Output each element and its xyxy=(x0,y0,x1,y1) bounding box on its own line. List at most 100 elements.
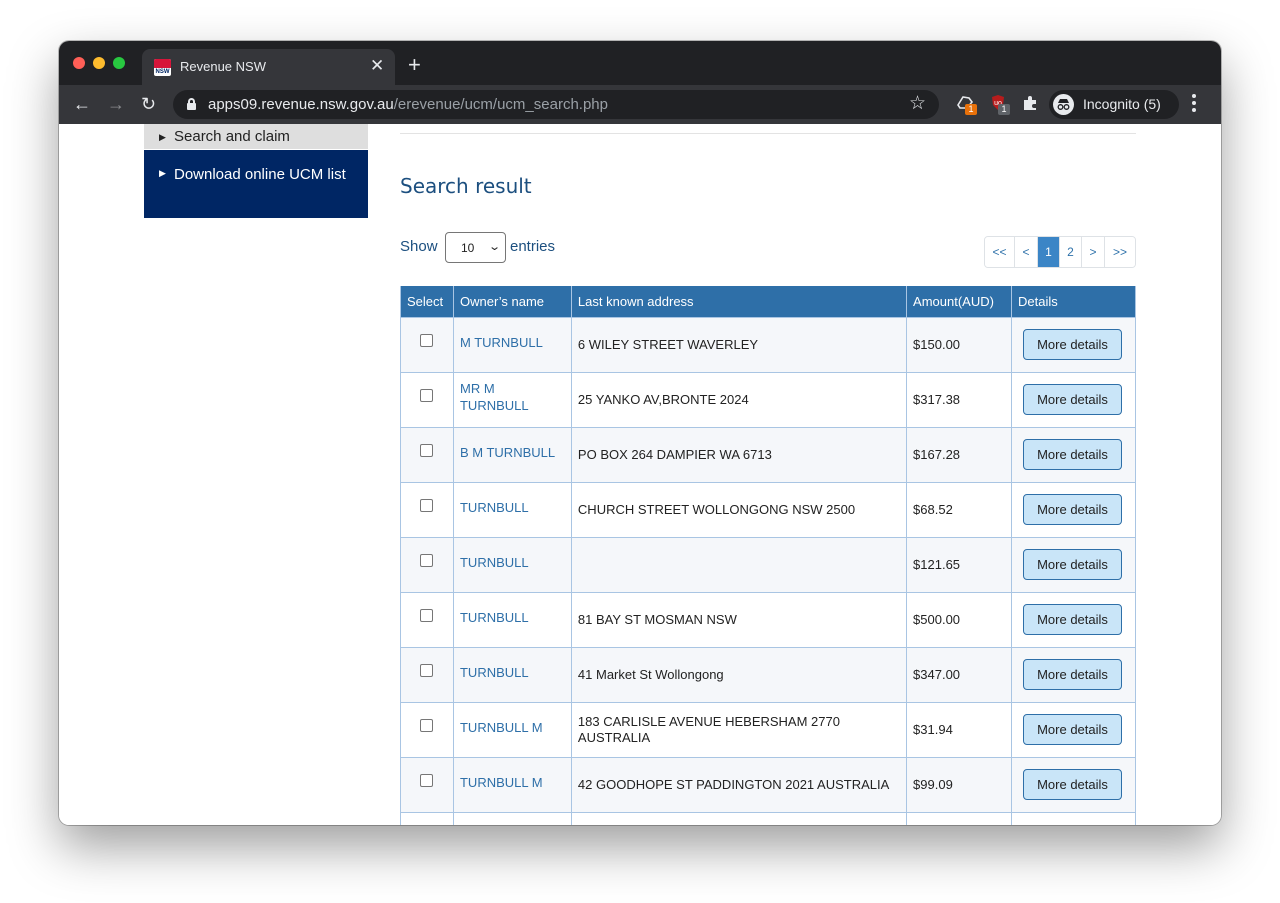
ublock-icon[interactable]: uo 1 xyxy=(988,93,1010,115)
menu-kebab-icon[interactable] xyxy=(1192,94,1196,112)
browser-tab[interactable]: NSW Revenue NSW ✕ xyxy=(142,49,395,85)
select-checkbox[interactable] xyxy=(420,773,434,787)
more-details-button[interactable]: More details xyxy=(1023,439,1122,470)
page-2-button[interactable]: 2 xyxy=(1060,237,1082,267)
table-row: TURNBULL 81 BAY ST MOSMAN NSW $500.00 Mo… xyxy=(400,591,1136,648)
amount-cell: $500.00 xyxy=(906,591,1012,648)
address-cell: 41 Market St Wollongong xyxy=(570,646,908,703)
incognito-profile-button[interactable]: Incognito (5) xyxy=(1049,90,1179,119)
forward-arrow-icon[interactable]: → xyxy=(107,93,125,115)
table-row: TURNBULL CHURCH STREET WOLLONGONG NSW 25… xyxy=(400,481,1136,538)
select-checkbox[interactable] xyxy=(420,333,434,347)
header-select: Select xyxy=(400,286,454,318)
address-cell: 25 YANKO AV,BRONTE 2024 xyxy=(570,371,908,428)
more-details-button-partial[interactable] xyxy=(1023,824,1122,825)
page-1-button[interactable]: 1 xyxy=(1038,237,1060,267)
table-row: MR M TURNBULL 25 YANKO AV,BRONTE 2024 $3… xyxy=(400,371,1136,428)
more-details-button[interactable]: More details xyxy=(1023,549,1122,580)
owner-name-link[interactable]: TURNBULL xyxy=(452,481,572,538)
entries-label: entries xyxy=(510,238,556,255)
more-details-button[interactable]: More details xyxy=(1023,329,1122,360)
amount-cell: $150.00 xyxy=(906,316,1012,373)
amount-cell: $31.94 xyxy=(906,701,1012,758)
extension-1-badge: 1 xyxy=(965,104,977,115)
address-cell: 42 GOODHOPE ST PADDINGTON 2021 AUSTRALIA xyxy=(570,756,908,813)
new-tab-button[interactable]: + xyxy=(408,53,421,77)
select-checkbox[interactable] xyxy=(420,718,434,732)
ublock-badge: 1 xyxy=(998,104,1010,115)
browser-toolbar: ← → ↻ apps09.revenue.nsw.gov.au/erevenue… xyxy=(59,85,1221,124)
owner-name-link[interactable]: TURNBULL M xyxy=(452,701,572,758)
sidebar-item-label: Download online UCM list xyxy=(174,166,346,183)
results-table: Select Owner’s name Last known address A… xyxy=(400,286,1136,825)
table-row: TURNBULL $121.65 More details xyxy=(400,536,1136,593)
close-tab-icon[interactable]: ✕ xyxy=(370,56,384,76)
select-checkbox[interactable] xyxy=(420,388,434,402)
page-next-button[interactable]: > xyxy=(1082,237,1105,267)
more-details-button[interactable]: More details xyxy=(1023,604,1122,635)
owner-name-link[interactable]: M TURNBULL xyxy=(452,316,572,373)
table-header-row: Select Owner’s name Last known address A… xyxy=(400,286,1136,318)
minimize-window-button[interactable] xyxy=(93,57,105,69)
chevron-down-icon: ⌄ xyxy=(488,241,502,253)
header-details: Details xyxy=(1011,286,1136,318)
page-first-button[interactable]: << xyxy=(985,237,1015,267)
revenue-nsw-favicon-icon: NSW xyxy=(154,59,171,76)
owner-name-link[interactable]: TURNBULL M xyxy=(452,756,572,813)
header-last-known-address: Last known address xyxy=(570,286,908,318)
amount-cell: $99.09 xyxy=(906,756,1012,813)
owner-name-link[interactable]: MR M TURNBULL xyxy=(452,371,572,428)
divider xyxy=(400,133,1136,134)
show-label: Show xyxy=(400,238,438,255)
table-row: TURNBULL M 183 CARLISLE AVENUE HEBERSHAM… xyxy=(400,701,1136,758)
more-details-button[interactable]: More details xyxy=(1023,714,1122,745)
owner-name-link[interactable]: B M TURNBULL xyxy=(452,426,572,483)
bookmark-star-icon[interactable]: ☆ xyxy=(909,93,926,115)
select-checkbox[interactable] xyxy=(420,663,434,677)
more-details-button[interactable]: More details xyxy=(1023,494,1122,525)
entries-per-page-select[interactable]: 10 ⌄ xyxy=(445,232,506,263)
caret-right-icon: ▶ xyxy=(159,132,166,142)
table-row: B M TURNBULL PO BOX 264 DAMPIER WA 6713 … xyxy=(400,426,1136,483)
more-details-button[interactable]: More details xyxy=(1023,384,1122,415)
more-details-button[interactable]: More details xyxy=(1023,659,1122,690)
address-cell: 183 CARLISLE AVENUE HEBERSHAM 2770 AUSTR… xyxy=(570,701,908,758)
amount-cell: $167.28 xyxy=(906,426,1012,483)
address-cell xyxy=(570,536,908,593)
incognito-icon xyxy=(1053,94,1074,115)
section-title: Search result xyxy=(400,174,532,198)
select-checkbox[interactable] xyxy=(420,443,434,457)
pagination: << < 1 2 > >> xyxy=(984,236,1136,268)
title-bar: NSW Revenue NSW ✕ + xyxy=(59,41,1221,85)
owner-name-link[interactable]: TURNBULL xyxy=(452,646,572,703)
sidebar-item-label: Search and claim xyxy=(174,128,290,145)
more-details-button[interactable]: More details xyxy=(1023,769,1122,800)
lock-icon[interactable] xyxy=(187,98,196,110)
caret-right-icon: ▶ xyxy=(159,168,166,178)
address-bar[interactable]: apps09.revenue.nsw.gov.au/erevenue/ucm/u… xyxy=(173,90,939,119)
amount-cell: $121.65 xyxy=(906,536,1012,593)
select-checkbox[interactable] xyxy=(420,498,434,512)
reload-icon[interactable]: ↻ xyxy=(141,93,156,115)
select-checkbox[interactable] xyxy=(420,553,434,567)
page-prev-button[interactable]: < xyxy=(1015,237,1038,267)
owner-name-link[interactable]: TURNBULL xyxy=(452,591,572,648)
maximize-window-button[interactable] xyxy=(113,57,125,69)
address-cell: PO BOX 264 DAMPIER WA 6713 xyxy=(570,426,908,483)
sidebar-item-search-and-claim[interactable]: ▶ Search and claim xyxy=(144,124,368,149)
address-cell: 81 BAY ST MOSMAN NSW xyxy=(570,591,908,648)
table-row: TURNBULL M 42 GOODHOPE ST PADDINGTON 202… xyxy=(400,756,1136,813)
header-amount: Amount(AUD) xyxy=(906,286,1012,318)
extension-1-icon[interactable]: 1 xyxy=(955,93,977,115)
owner-name-link[interactable]: TURNBULL xyxy=(452,536,572,593)
url-text[interactable]: apps09.revenue.nsw.gov.au/erevenue/ucm/u… xyxy=(208,96,608,113)
close-window-button[interactable] xyxy=(73,57,85,69)
table-row: TURNBULL 41 Market St Wollongong $347.00… xyxy=(400,646,1136,703)
extensions-puzzle-icon[interactable] xyxy=(1021,94,1039,112)
browser-window: NSW Revenue NSW ✕ + ← → ↻ apps09.revenue… xyxy=(59,41,1221,825)
amount-cell: $317.38 xyxy=(906,371,1012,428)
page-last-button[interactable]: >> xyxy=(1105,237,1135,267)
sidebar-item-download-ucm-list[interactable]: ▶ Download online UCM list xyxy=(144,150,368,218)
select-checkbox[interactable] xyxy=(420,608,434,622)
back-arrow-icon[interactable]: ← xyxy=(73,93,91,115)
